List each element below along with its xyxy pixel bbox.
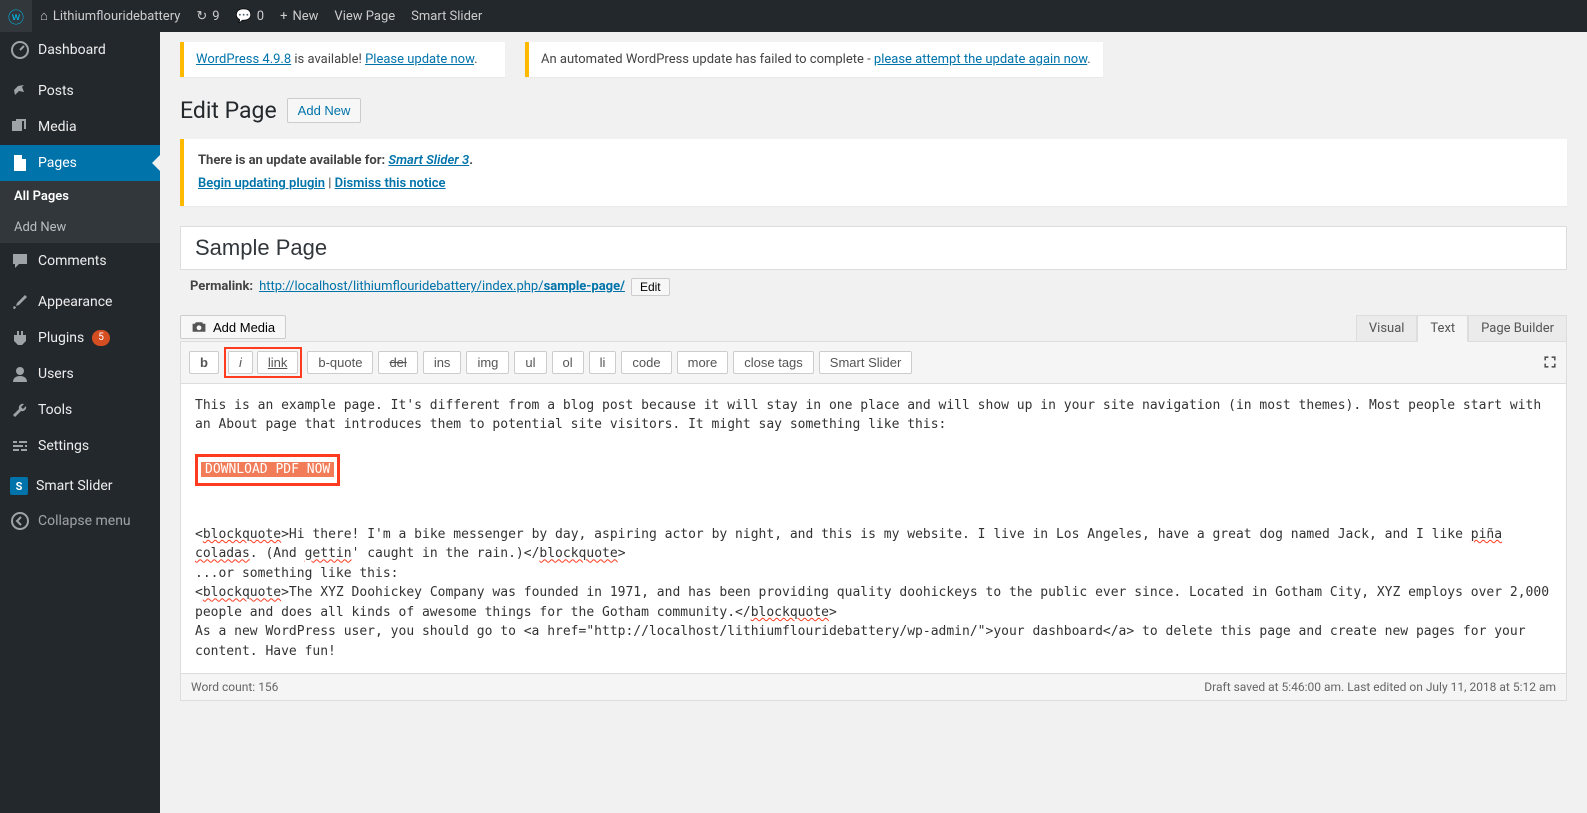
admin-toolbar: ⓦ ⌂Lithiumflouridebattery ↻9 💬0 +New Vie… [0, 0, 1587, 32]
fullscreen-icon[interactable] [1542, 354, 1558, 370]
btn-ins[interactable]: ins [423, 351, 462, 374]
sidebar-appearance[interactable]: Appearance [0, 284, 160, 320]
btn-smart-slider[interactable]: Smart Slider [819, 351, 913, 374]
btn-bquote[interactable]: b-quote [307, 351, 373, 374]
media-icon [10, 117, 30, 137]
home-icon: ⌂ [40, 8, 48, 24]
sidebar-comments[interactable]: Comments [0, 243, 160, 279]
plugins-badge: 5 [92, 330, 110, 346]
sidebar-all-pages[interactable]: All Pages [0, 181, 160, 212]
dashboard-icon [10, 40, 30, 60]
comment-icon: 💬 [236, 9, 252, 24]
plus-icon: + [280, 9, 287, 24]
sidebar-smart-slider[interactable]: SSmart Slider [0, 469, 160, 503]
sidebar-users[interactable]: Users [0, 356, 160, 392]
wp-version-link[interactable]: WordPress 4.9.8 [196, 52, 291, 67]
pin-icon [10, 81, 30, 101]
view-page-link[interactable]: View Page [326, 0, 403, 32]
btn-img[interactable]: img [466, 351, 509, 374]
btn-close-tags[interactable]: close tags [733, 351, 814, 374]
plugin-icon [10, 328, 30, 348]
btn-del[interactable]: del [378, 351, 417, 374]
sidebar-media[interactable]: Media [0, 109, 160, 145]
sidebar-settings[interactable]: Settings [0, 428, 160, 464]
btn-bold[interactable]: b [189, 351, 219, 374]
wrench-icon [10, 400, 30, 420]
permalink-row: Permalink: http://localhost/lithiumflour… [180, 270, 1567, 304]
new-link[interactable]: +New [272, 0, 326, 32]
tab-visual[interactable]: Visual [1356, 315, 1418, 341]
editor-status-bar: Word count: 156 Draft saved at 5:46:00 a… [180, 674, 1567, 701]
highlight-link: i link [224, 347, 302, 378]
sidebar-collapse[interactable]: Collapse menu [0, 503, 160, 539]
wp-update-notice: WordPress 4.9.8 is available! Please upd… [180, 42, 505, 77]
sidebar-plugins[interactable]: Plugins5 [0, 320, 160, 356]
main-content: WordPress 4.9.8 is available! Please upd… [160, 32, 1587, 813]
tab-page-builder[interactable]: Page Builder [1468, 315, 1567, 341]
tab-text[interactable]: Text [1417, 315, 1468, 342]
user-icon [10, 364, 30, 384]
update-now-link[interactable]: Please update now [365, 52, 474, 67]
btn-li[interactable]: li [589, 351, 617, 374]
site-name[interactable]: ⌂Lithiumflouridebattery [32, 0, 188, 32]
dismiss-notice-link[interactable]: Dismiss this notice [335, 176, 446, 191]
wp-logo[interactable]: ⓦ [0, 0, 32, 32]
btn-link[interactable]: link [257, 351, 299, 374]
attempt-update-link[interactable]: please attempt the update again now [874, 52, 1087, 67]
add-new-button[interactable]: Add New [287, 98, 362, 123]
highlight-download: DOWNLOAD PDF NOW [195, 454, 340, 486]
smart-slider-link[interactable]: Smart Slider [403, 0, 490, 32]
content-textarea[interactable]: This is an example page. It's different … [181, 383, 1566, 674]
page-heading: Edit Page [180, 97, 277, 124]
word-count: Word count: 156 [191, 680, 278, 694]
sidebar-posts[interactable]: Posts [0, 73, 160, 109]
sidebar-add-new-page[interactable]: Add New [0, 212, 160, 243]
plugin-update-notice: There is an update available for: Smart … [180, 139, 1567, 206]
admin-sidebar: Dashboard Posts Media Pages All Pages Ad… [0, 32, 160, 813]
permalink-link[interactable]: http://localhost/lithiumflouridebattery/… [259, 279, 625, 294]
brush-icon [10, 292, 30, 312]
begin-update-link[interactable]: Begin updating plugin [198, 176, 325, 191]
updates-link[interactable]: ↻9 [188, 0, 227, 32]
btn-more[interactable]: more [677, 351, 729, 374]
sidebar-pages[interactable]: Pages [0, 145, 160, 181]
camera-icon [191, 319, 207, 335]
plugin-name-link[interactable]: Smart Slider 3 [388, 153, 469, 168]
btn-ul[interactable]: ul [514, 351, 546, 374]
refresh-icon: ↻ [196, 9, 207, 24]
sidebar-tools[interactable]: Tools [0, 392, 160, 428]
comment-icon [10, 251, 30, 271]
comments-link[interactable]: 💬0 [228, 0, 273, 32]
btn-code[interactable]: code [621, 351, 671, 374]
smartslider-icon: S [10, 477, 28, 495]
sidebar-dashboard[interactable]: Dashboard [0, 32, 160, 68]
sliders-icon [10, 436, 30, 456]
editor-box: b i link b-quote del ins img ul ol li co… [180, 341, 1567, 675]
btn-ol[interactable]: ol [552, 351, 584, 374]
add-media-button[interactable]: Add Media [180, 315, 286, 339]
draft-status: Draft saved at 5:46:00 am. Last edited o… [1204, 680, 1556, 694]
btn-italic[interactable]: i [228, 351, 253, 374]
edit-permalink-button[interactable]: Edit [631, 278, 670, 296]
collapse-icon [10, 511, 30, 531]
editor-toolbar: b i link b-quote del ins img ul ol li co… [181, 342, 1566, 383]
auto-update-notice: An automated WordPress update has failed… [525, 42, 1103, 77]
page-icon [10, 153, 30, 173]
page-title-input[interactable] [180, 226, 1567, 270]
